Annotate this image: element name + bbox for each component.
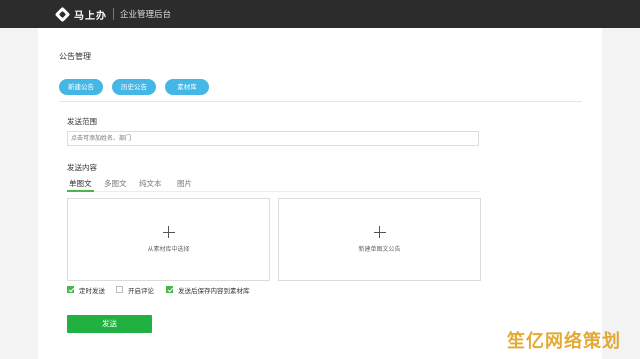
tab-single-article[interactable]: 单图文 [69,178,92,189]
watermark: 笙亿网络策划 [507,331,621,352]
send-button[interactable]: 发送 [67,315,152,333]
brand-name: 马上办 [74,10,107,22]
active-tab-indicator [67,190,94,192]
top-bar: 马上办 企业管理后台 [0,0,640,28]
content-label: 发送内容 [67,163,97,172]
recipient-scope-input[interactable] [67,131,479,146]
plus-icon [162,226,175,238]
header-divider [113,8,114,20]
checkbox-checked-icon[interactable] [67,286,74,293]
history-announcements-button[interactable]: 历史公告 [112,79,156,95]
main-panel [38,28,602,359]
material-library-button[interactable]: 素材库 [165,79,209,95]
tab-plain-text[interactable]: 纯文本 [139,178,162,189]
checkbox-unchecked-icon[interactable] [116,286,123,293]
checkbox-checked-icon[interactable] [166,286,173,293]
card-label: 从素材库中选择 [147,246,190,253]
select-from-library-card[interactable]: 从素材库中选择 [67,198,270,281]
new-announcement-button[interactable]: 新建公告 [59,79,103,95]
brand-logo[interactable]: 马上办 [54,6,107,22]
plus-icon [373,226,386,238]
option-label: 定时发送 [79,286,105,295]
option-label: 发送后保存内容到素材库 [178,286,250,295]
new-article-card[interactable]: 新建单图文公告 [278,198,481,281]
page-title: 公告管理 [59,52,91,61]
tab-multi-article[interactable]: 多图文 [104,178,127,189]
section-divider [59,101,582,102]
scope-label: 发送范围 [67,117,97,126]
tab-image[interactable]: 图片 [177,178,192,189]
console-title: 企业管理后台 [120,10,172,20]
tabs-baseline [67,191,480,192]
option-label: 开启评论 [128,286,154,295]
scheduled-send-option[interactable]: 定时发送 [67,285,105,295]
card-label: 新建单图文公告 [358,246,401,253]
save-to-library-option[interactable]: 发送后保存内容到素材库 [166,285,250,295]
logo-icon [54,6,71,22]
enable-comments-option[interactable]: 开启评论 [116,285,154,295]
